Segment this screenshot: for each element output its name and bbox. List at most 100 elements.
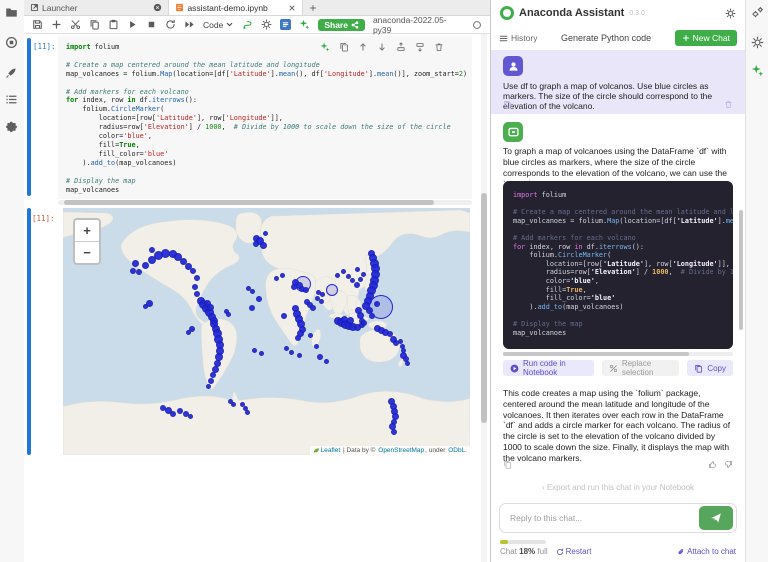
assistant-panel-icon[interactable]: [751, 64, 764, 77]
volcano-marker[interactable]: [391, 429, 397, 435]
volcano-marker[interactable]: [260, 242, 267, 249]
copy-cell-icon[interactable]: [89, 19, 100, 30]
volcano-marker[interactable]: [177, 408, 183, 414]
volcano-marker[interactable]: [398, 339, 403, 344]
share-button[interactable]: Share: [318, 19, 365, 31]
volcano-marker[interactable]: [297, 353, 302, 358]
volcano-marker[interactable]: [341, 269, 346, 274]
copy-code-button[interactable]: Copy: [687, 360, 733, 376]
volcano-marker[interactable]: [231, 402, 236, 407]
output-cell-indicator[interactable]: [27, 208, 31, 455]
volcano-marker[interactable]: [210, 372, 216, 378]
assistant-code-block[interactable]: import folium # Create a map centered ar…: [503, 181, 733, 349]
send-button[interactable]: [699, 506, 733, 530]
volcano-marker[interactable]: [295, 335, 301, 341]
volcano-marker[interactable]: [206, 384, 211, 389]
volcano-marker[interactable]: [190, 268, 196, 274]
volcano-marker[interactable]: [335, 273, 340, 278]
volcano-marker[interactable]: [143, 304, 148, 309]
cell-hscrollbar-thumb[interactable]: [64, 200, 434, 205]
volcano-marker[interactable]: [355, 267, 360, 272]
copy-message-icon[interactable]: [503, 100, 512, 109]
new-chat-button[interactable]: New Chat: [675, 30, 737, 46]
volcano-marker[interactable]: [284, 346, 289, 351]
restart-run-all-icon[interactable]: [184, 19, 195, 30]
kernel-name[interactable]: anaconda-2022.05-py39: [373, 15, 464, 35]
volcano-marker[interactable]: [281, 313, 287, 319]
zoom-in-button[interactable]: +: [75, 220, 99, 242]
osm-link[interactable]: OpenStreetMap: [378, 447, 424, 454]
table-of-contents-icon[interactable]: [5, 93, 18, 106]
close-circle-icon[interactable]: [153, 3, 162, 12]
active-cell-indicator[interactable]: [27, 38, 31, 196]
code-hscrollbar-thumb[interactable]: [503, 352, 689, 356]
volcano-marker[interactable]: [405, 361, 410, 366]
volcano-marker[interactable]: [310, 305, 316, 311]
chat-input[interactable]: Reply to this chat...: [499, 503, 737, 533]
volcano-marker[interactable]: [253, 241, 259, 247]
volcano-marker[interactable]: [226, 312, 231, 317]
attach-to-chat-button[interactable]: Attach to chat: [677, 547, 736, 556]
volcano-marker[interactable]: [249, 305, 255, 311]
file-browser-icon[interactable]: [5, 6, 18, 19]
volcano-marker[interactable]: [314, 344, 319, 349]
volcano-marker[interactable]: [289, 350, 294, 355]
volcano-marker[interactable]: [361, 320, 367, 326]
volcano-marker[interactable]: [320, 292, 325, 297]
paste-cell-icon[interactable]: [108, 19, 119, 30]
anaconda-launcher-icon[interactable]: [5, 66, 18, 79]
volcano-marker[interactable]: [252, 348, 257, 353]
volcano-marker[interactable]: [354, 282, 360, 288]
property-inspector-icon[interactable]: [751, 6, 764, 19]
replace-selection-button[interactable]: Replace selection: [602, 360, 679, 376]
volcano-marker[interactable]: [194, 291, 200, 297]
volcano-marker[interactable]: [263, 231, 268, 236]
delete-message-icon[interactable]: [724, 100, 733, 109]
volcano-marker[interactable]: [170, 411, 176, 417]
copy-response-icon[interactable]: [503, 460, 512, 469]
zoom-out-button[interactable]: −: [75, 242, 99, 263]
run-cell-icon[interactable]: [127, 19, 138, 30]
volcano-marker[interactable]: [256, 296, 262, 302]
volcano-marker[interactable]: [317, 354, 323, 360]
leaflet-link[interactable]: Leaflet: [321, 447, 341, 454]
restart-kernel-icon[interactable]: [165, 19, 176, 30]
volcano-marker[interactable]: [136, 269, 142, 275]
tab-notebook[interactable]: assistant-demo.ipynb: [169, 0, 302, 15]
running-kernels-icon[interactable]: [5, 36, 18, 49]
volcano-marker[interactable]: [194, 275, 200, 281]
volcano-marker-large[interactable]: [369, 295, 393, 319]
save-icon[interactable]: [32, 19, 43, 30]
volcano-marker[interactable]: [280, 273, 285, 278]
new-tab-button[interactable]: [303, 0, 323, 15]
tab-launcher[interactable]: Launcher: [24, 0, 169, 15]
volcano-marker[interactable]: [308, 333, 313, 338]
folium-map-output[interactable]: + − Leaflet | Data by © OpenStreetMap, u…: [63, 208, 470, 455]
volcano-marker[interactable]: [192, 284, 198, 290]
insert-cell-icon[interactable]: [51, 19, 62, 30]
volcano-marker-large[interactable]: [295, 276, 311, 292]
assistant-settings-icon[interactable]: [725, 8, 736, 19]
history-button[interactable]: History: [499, 33, 537, 43]
assistant-scrollbar-thumb[interactable]: [739, 210, 743, 330]
assistant-sparkle-icon[interactable]: [299, 19, 310, 30]
notebook-scrollbar-thumb[interactable]: [481, 193, 487, 423]
volcano-marker[interactable]: [361, 272, 366, 277]
debugger-gear-icon[interactable]: [751, 36, 764, 49]
volcano-marker[interactable]: [245, 410, 250, 415]
extensions-icon[interactable]: [5, 121, 18, 134]
volcano-marker[interactable]: [259, 351, 264, 356]
volcano-marker[interactable]: [319, 299, 324, 304]
volcano-marker[interactable]: [324, 359, 329, 364]
run-code-button[interactable]: Run code in Notebook: [503, 360, 594, 376]
comment-panel-icon[interactable]: [280, 19, 291, 30]
volcano-marker[interactable]: [132, 260, 139, 267]
settings-gear-icon[interactable]: [261, 19, 272, 30]
close-icon[interactable]: [288, 4, 296, 12]
anaconda-toolbox-icon[interactable]: [242, 19, 253, 30]
export-chat-link[interactable]: ‹ Export and run this chat in your Noteb…: [491, 483, 745, 492]
volcano-marker[interactable]: [130, 268, 136, 274]
volcano-marker[interactable]: [186, 330, 191, 335]
cut-cell-icon[interactable]: [70, 19, 81, 30]
volcano-marker[interactable]: [358, 277, 363, 282]
